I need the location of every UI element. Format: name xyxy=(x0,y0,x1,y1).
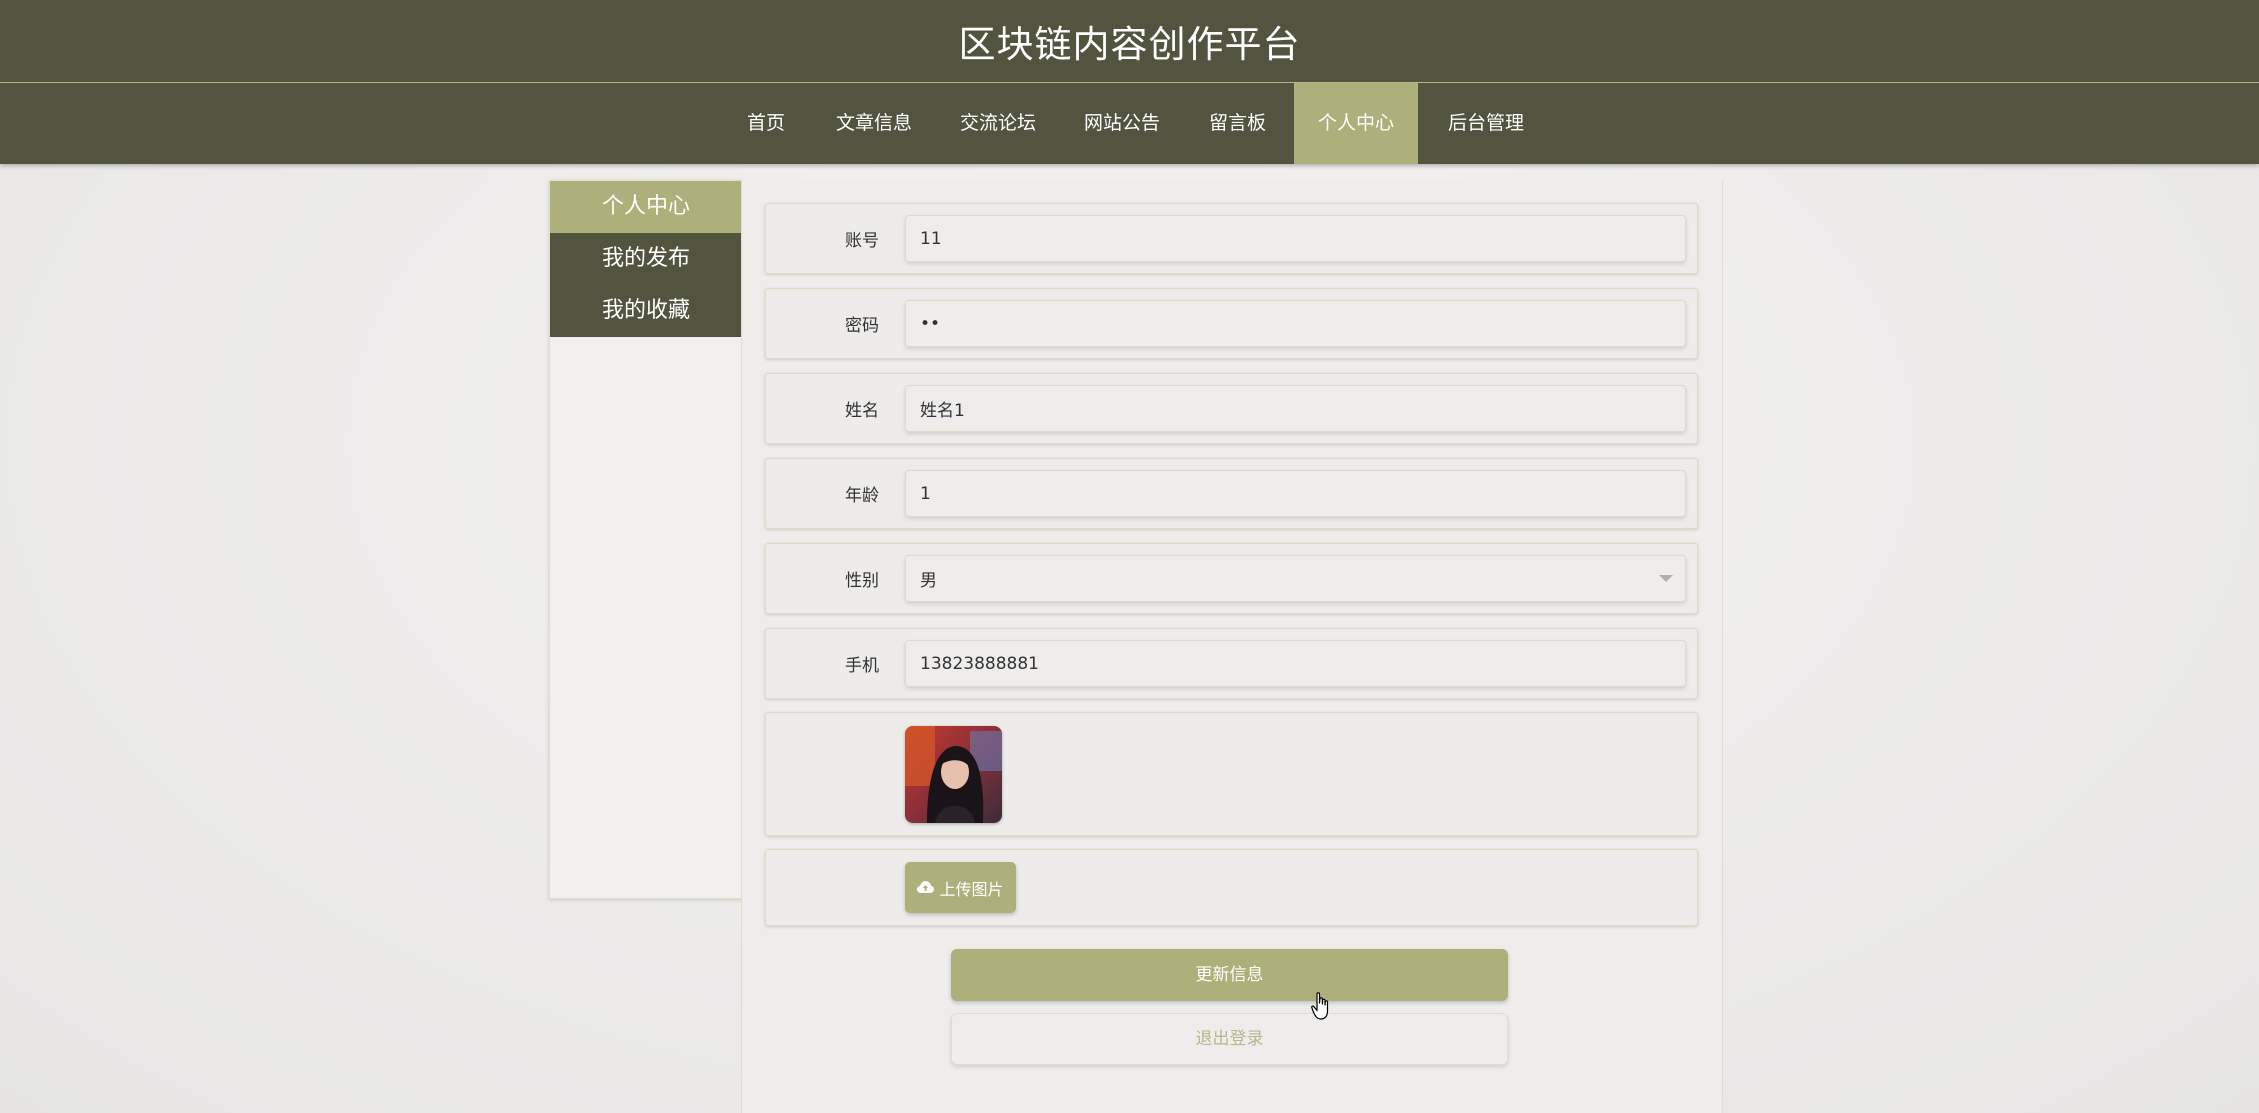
password-input[interactable]: •• xyxy=(905,300,1686,347)
age-label: 年龄 xyxy=(845,486,879,506)
nav-item-home[interactable]: 首页 xyxy=(723,83,809,164)
form-row-phone: 手机 xyxy=(765,628,1698,699)
password-label: 密码 xyxy=(845,316,879,336)
account-input[interactable] xyxy=(905,215,1686,262)
age-input[interactable] xyxy=(905,470,1686,517)
form-row-name: 姓名 xyxy=(765,373,1698,444)
password-value: •• xyxy=(920,313,941,334)
gender-label: 性别 xyxy=(845,571,879,591)
name-input[interactable] xyxy=(905,385,1686,432)
sidebar-item-personal-center[interactable]: 个人中心 xyxy=(550,181,742,233)
gender-selected-value: 男 xyxy=(920,571,937,591)
phone-input[interactable] xyxy=(905,640,1686,687)
nav-item-admin[interactable]: 后台管理 xyxy=(1430,83,1542,164)
avatar-image xyxy=(905,726,1002,823)
nav-item-forum[interactable]: 交流论坛 xyxy=(942,83,1054,164)
form-row-gender: 性别 男 xyxy=(765,543,1698,614)
form-row-password: 密码 •• xyxy=(765,288,1698,359)
form-row-upload: 上传图片 xyxy=(765,849,1698,926)
nav-item-message-board[interactable]: 留言板 xyxy=(1190,83,1285,164)
avatar-photo xyxy=(905,726,1002,823)
nav-item-articles[interactable]: 文章信息 xyxy=(818,83,930,164)
upload-image-label: 上传图片 xyxy=(939,879,1004,899)
main-nav: 首页 文章信息 交流论坛 网站公告 留言板 个人中心 后台管理 xyxy=(0,83,2259,164)
hand-pointer-icon xyxy=(1311,992,1331,1026)
update-info-button[interactable]: 更新信息 xyxy=(951,949,1508,1001)
logout-button[interactable]: 退出登录 xyxy=(951,1013,1508,1065)
cloud-upload-icon xyxy=(917,881,935,893)
site-header: 区块链内容创作平台 xyxy=(0,0,2259,83)
upload-image-button[interactable]: 上传图片 xyxy=(905,862,1016,913)
sidebar: 个人中心 我的发布 我的收藏 xyxy=(549,180,743,899)
form-row-age: 年龄 xyxy=(765,458,1698,529)
form-row-avatar xyxy=(765,712,1698,836)
name-label: 姓名 xyxy=(845,401,879,421)
gender-select[interactable]: 男 xyxy=(905,555,1686,602)
phone-label: 手机 xyxy=(845,656,879,676)
account-label: 账号 xyxy=(845,231,879,251)
site-title: 区块链内容创作平台 xyxy=(958,23,1301,66)
nav-item-announcements[interactable]: 网站公告 xyxy=(1066,83,1178,164)
sidebar-item-my-favorites[interactable]: 我的收藏 xyxy=(550,285,742,337)
sidebar-item-my-posts[interactable]: 我的发布 xyxy=(550,233,742,285)
nav-item-personal-center[interactable]: 个人中心 xyxy=(1294,83,1418,164)
chevron-down-icon xyxy=(1659,575,1673,582)
profile-form-panel: 账号 密码 •• 姓名 年龄 性别 男 手机 xyxy=(741,180,1723,1113)
form-row-account: 账号 xyxy=(765,203,1698,274)
